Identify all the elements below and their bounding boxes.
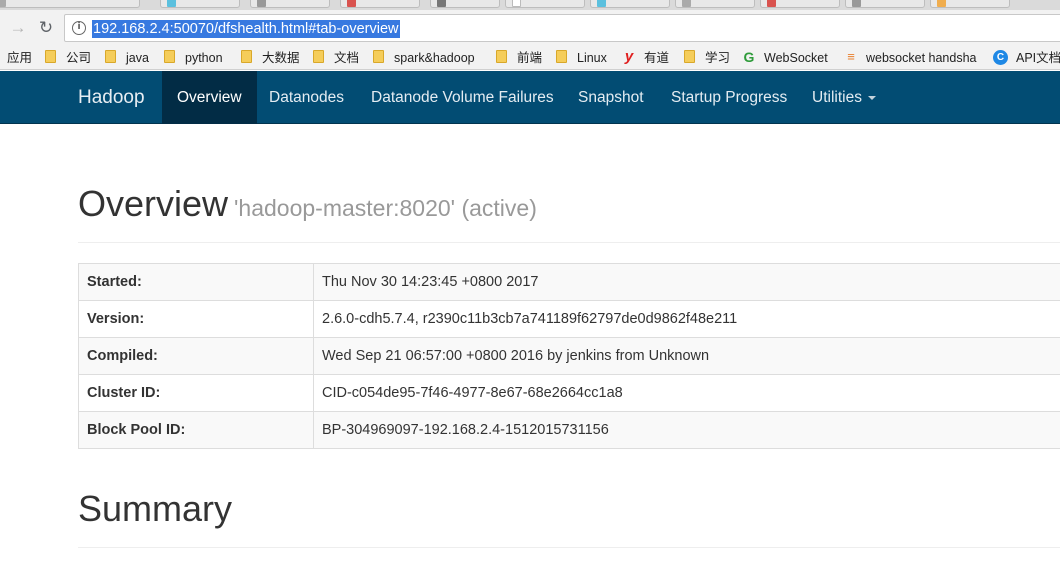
websocket-icon: G [743, 49, 755, 65]
bookmark-study[interactable]: 学习 [705, 49, 730, 67]
hadoop-navbar: Hadoop Overview Datanodes Datanode Volum… [0, 71, 1060, 124]
folder-icon [45, 50, 56, 63]
folder-icon [241, 50, 252, 63]
nav-startup-progress[interactable]: Startup Progress [656, 71, 802, 124]
bookmark-big-data[interactable]: 大数据 [262, 49, 300, 67]
summary-header: Summary [78, 487, 1060, 548]
address-bar-url[interactable]: 192.168.2.4:50070/dfshealth.html#tab-ove… [92, 20, 400, 38]
bookmark-company[interactable]: 公司 [66, 49, 91, 67]
nav-datanodes[interactable]: Datanodes [254, 71, 359, 124]
nav-datanode-volume-failures[interactable]: Datanode Volume Failures [356, 71, 569, 124]
row-label: Compiled: [78, 337, 314, 375]
bookmark-docs[interactable]: 文档 [334, 49, 359, 67]
bookmarks-bar: 应用 公司 java python 大数据 文档 spark&hadoop 前端… [0, 46, 1060, 70]
table-row: Cluster ID: CID-c054de95-7f46-4977-8e67-… [78, 374, 1060, 412]
folder-icon [164, 50, 175, 63]
bookmark-python[interactable]: python [185, 49, 223, 67]
bookmark-websocket-handshake[interactable]: websocket handsha [866, 49, 980, 67]
caret-down-icon [867, 95, 876, 100]
bookmark-linux[interactable]: Linux [577, 49, 607, 67]
reload-icon[interactable]: ↻ [35, 17, 57, 39]
folder-icon [373, 50, 384, 63]
bookmark-api-docs[interactable]: API文档 [1016, 49, 1060, 67]
browser-tab[interactable] [250, 0, 330, 8]
table-row: Version: 2.6.0-cdh5.7.4, r2390c11b3cb7a7… [78, 300, 1060, 338]
nav-utilities[interactable]: Utilities [797, 71, 891, 124]
row-value: CID-c054de95-7f46-4977-8e67-68e2664cc1a8 [313, 374, 1060, 412]
browser-tab[interactable] [760, 0, 840, 8]
browser-tab[interactable] [0, 0, 140, 8]
folder-icon [496, 50, 507, 63]
overview-header: Overview'hadoop-master:8020' (active) [78, 182, 1060, 243]
back-arrow-icon[interactable]: → [7, 17, 29, 39]
row-value: 2.6.0-cdh5.7.4, r2390c11b3cb7a741189f627… [313, 300, 1060, 338]
browser-tab[interactable] [340, 0, 420, 8]
browser-tab[interactable] [590, 0, 670, 8]
browser-tab[interactable] [930, 0, 1010, 8]
bookmark-spark-hadoop[interactable]: spark&hadoop [394, 49, 475, 67]
table-row: Block Pool ID: BP-304969097-192.168.2.4-… [78, 411, 1060, 449]
nav-utilities-label: Utilities [812, 89, 862, 106]
row-value: Thu Nov 30 14:23:45 +0800 2017 [313, 263, 1060, 301]
folder-icon [313, 50, 324, 63]
folder-icon [105, 50, 116, 63]
browser-tab-strip [0, 0, 1060, 10]
page-title-text: Overview [78, 183, 229, 224]
browser-tab[interactable] [505, 0, 585, 8]
nav-snapshot[interactable]: Snapshot [563, 71, 659, 124]
summary-title: Summary [78, 488, 233, 529]
folder-icon [556, 50, 567, 63]
api-docs-icon: C [993, 50, 1008, 65]
bookmark-youdao[interactable]: 有道 [644, 49, 669, 67]
row-label: Cluster ID: [78, 374, 314, 412]
bookmark-java[interactable]: java [126, 49, 149, 67]
page-title: Overview'hadoop-master:8020' (active) [78, 182, 1060, 230]
browser-tab[interactable] [430, 0, 500, 8]
browser-tab[interactable] [160, 0, 240, 8]
site-info-icon[interactable]: i [72, 21, 86, 35]
youdao-icon: y [624, 48, 634, 65]
overview-table: Started: Thu Nov 30 14:23:45 +0800 2017 … [78, 263, 1060, 449]
browser-tab[interactable] [675, 0, 755, 8]
table-row: Started: Thu Nov 30 14:23:45 +0800 2017 [78, 263, 1060, 301]
folder-icon [684, 50, 695, 63]
bookmark-apps[interactable]: 应用 [7, 49, 32, 67]
browser-toolbar: → ↻ i 192.168.2.4:50070/dfshealth.html#t… [0, 10, 1060, 46]
nav-overview[interactable]: Overview [162, 71, 257, 124]
row-label: Started: [78, 263, 314, 301]
table-row: Compiled: Wed Sep 21 06:57:00 +0800 2016… [78, 337, 1060, 375]
navbar-brand[interactable]: Hadoop [78, 71, 145, 124]
row-label: Block Pool ID: [78, 411, 314, 449]
address-bar[interactable]: i 192.168.2.4:50070/dfshealth.html#tab-o… [64, 14, 1060, 42]
bookmark-frontend[interactable]: 前端 [517, 49, 542, 67]
stackoverflow-icon: ≡ [847, 49, 855, 64]
bookmark-websocket[interactable]: WebSocket [764, 49, 828, 67]
row-value: Wed Sep 21 06:57:00 +0800 2016 by jenkin… [313, 337, 1060, 375]
page-subtitle: 'hadoop-master:8020' (active) [234, 195, 537, 221]
browser-tab[interactable] [845, 0, 925, 8]
row-label: Version: [78, 300, 314, 338]
row-value: BP-304969097-192.168.2.4-1512015731156 [313, 411, 1060, 449]
